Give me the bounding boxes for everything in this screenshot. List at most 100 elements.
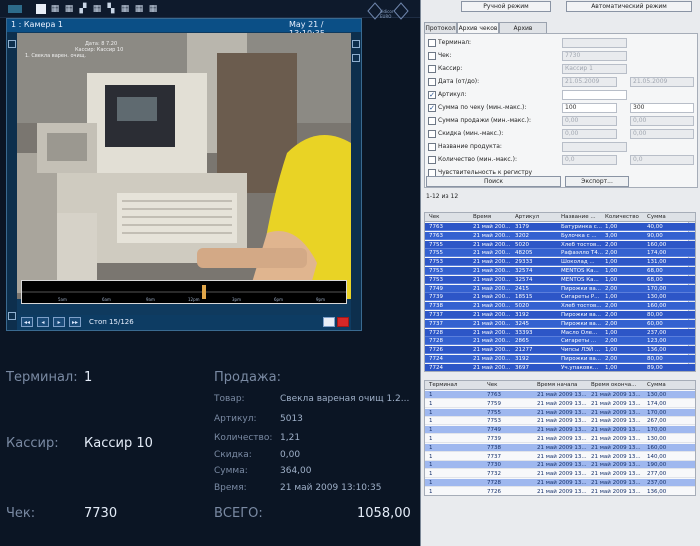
filter-input[interactable] xyxy=(562,90,627,100)
maximize-icon[interactable] xyxy=(352,40,360,48)
table-row[interactable]: 7749 21 май 200... 2415 Пирожки ва... 2,00 17… xyxy=(425,284,695,293)
filter-checkbox[interactable] xyxy=(428,52,436,60)
grid-all-icon[interactable]: ▦ xyxy=(148,4,158,14)
camera-left-toolbar xyxy=(7,32,17,330)
snapshot-icon[interactable] xyxy=(8,312,16,320)
filter-input[interactable]: 100 xyxy=(562,103,617,113)
filter-input[interactable]: Кассир 1 xyxy=(562,64,627,74)
filter-checkbox[interactable]: ✓ xyxy=(428,104,436,112)
table-row[interactable]: 7763 21 май 200... 3202 Булочка с ... 3,00 90… xyxy=(425,231,695,240)
table-row[interactable]: 7737 21 май 200... 3192 Пирожки ва... 2,00 80… xyxy=(425,311,695,319)
filter-input[interactable] xyxy=(562,38,627,48)
filter-input[interactable]: 0,0 xyxy=(562,155,617,165)
table-row[interactable]: 7738 21 май 200... 5020 Хлеб тостов... 2,00 1… xyxy=(425,302,695,311)
table-row[interactable]: 7755 21 май 200... 48205 Рафаэлло Т4... 2,00… xyxy=(425,249,695,258)
filter-checkbox[interactable]: ✓ xyxy=(428,91,436,99)
video-timeline[interactable]: 5am 6am 9am 12pm 3pm 6pm 9pm xyxy=(21,280,347,304)
grid-9-icon[interactable]: ▦ xyxy=(64,4,74,14)
table-row[interactable]: 1 7737 21 май 2009 13... 21 май 2009 13... 1… xyxy=(425,452,695,461)
table-row[interactable]: 1 7739 21 май 2009 13... 21 май 2009 13... 1… xyxy=(425,435,695,443)
table-cell: 40,00 xyxy=(647,224,663,230)
column-header[interactable]: Чек xyxy=(487,382,497,388)
table-row[interactable]: 7724 21 май 200... 3192 Пирожки ва... 2,00 80… xyxy=(425,355,695,363)
table-row[interactable]: 7755 21 май 200... 5020 Хлеб тостов... 2,00 1… xyxy=(425,240,695,249)
table-row[interactable]: 7739 21 май 200... 18515 Сигареты Р... 1,00 1… xyxy=(425,293,695,302)
filter-input[interactable]: 0,00 xyxy=(562,129,617,139)
filter-checkbox[interactable] xyxy=(428,117,436,125)
filter-checkbox[interactable] xyxy=(428,78,436,86)
terminal-label: Терминал: xyxy=(6,370,78,385)
filter-input-max[interactable]: 0,00 xyxy=(630,116,694,126)
manual-mode-button[interactable]: Ручной режим xyxy=(461,1,551,12)
table-row[interactable]: 1 7749 21 май 2009 13... 21 май 2009 13... 1… xyxy=(425,426,695,435)
grid-wide-icon[interactable]: ▦ xyxy=(120,4,130,14)
table-row[interactable]: 1 7728 21 май 2009 13... 21 май 2009 13... 2… xyxy=(425,479,695,487)
filter-input[interactable] xyxy=(562,142,627,152)
grid-mixed-icon[interactable]: ▚ xyxy=(106,4,116,14)
grid-16-icon[interactable]: ▦ xyxy=(92,4,102,14)
filter-input-max[interactable]: 0,00 xyxy=(630,129,694,139)
column-header[interactable]: Чек xyxy=(429,214,439,220)
ptz-icon[interactable] xyxy=(8,40,16,48)
filter-input-max[interactable]: 21.05.2009 xyxy=(630,77,694,87)
camera-window[interactable]: 1 : Камера 1 May 21 / 13:10:35 xyxy=(6,18,362,331)
checks-grid[interactable]: Терминал Чек Время начала Время оконча... Су… xyxy=(424,380,696,496)
table-cell: 21 май 2009 13... xyxy=(537,488,587,495)
column-header[interactable]: Терминал xyxy=(429,382,457,388)
column-header[interactable]: Артикул xyxy=(515,214,539,220)
filter-checkbox[interactable] xyxy=(428,39,436,47)
table-cell: 160,00 xyxy=(647,303,667,310)
table-row[interactable]: 7753 21 май 200... 32574 MENTOS Ка... 1,00 68… xyxy=(425,275,695,284)
table-row[interactable]: 7728 21 май 200... 2865 Сигареты ... 2,00 123… xyxy=(425,337,695,346)
table-row[interactable]: 1 7755 21 май 2009 13... 21 май 2009 13... 1… xyxy=(425,408,695,417)
filter-input[interactable]: 0,00 xyxy=(562,116,617,126)
filter-checkbox[interactable] xyxy=(428,65,436,73)
filter-input[interactable]: 7730 xyxy=(562,51,627,61)
table-row[interactable]: 7753 21 май 200... 29333 Шоколад ... 1,00 131… xyxy=(425,258,695,267)
table-row[interactable]: 1 7738 21 май 2009 13... 21 май 2009 13... 1… xyxy=(425,443,695,452)
layout-icon[interactable] xyxy=(8,5,22,13)
grid-custom-icon[interactable]: ▦ xyxy=(134,4,144,14)
column-header[interactable]: Название ... xyxy=(561,214,596,220)
table-row[interactable]: 7724 21 май 200... 3697 Уч.упаковк... 1,00 89… xyxy=(425,363,695,371)
grid-1-icon[interactable] xyxy=(36,4,46,14)
column-header[interactable]: Сумма xyxy=(647,214,666,220)
table-row[interactable]: 7763 21 май 200... 3179 Батуринка с... 1,00 4… xyxy=(425,223,695,231)
forward-button[interactable]: ▸▸ xyxy=(69,317,81,327)
video-frame[interactable]: Дата: 8 7.20 Кассир: Кассир 10 1. Свекла… xyxy=(17,33,351,299)
table-row[interactable]: 1 7730 21 май 2009 13... 21 май 2009 13... 1… xyxy=(425,461,695,470)
column-header[interactable]: Время оконча... xyxy=(591,382,636,388)
table-row[interactable]: 1 7763 21 май 2009 13... 21 май 2009 13... 1… xyxy=(425,391,695,399)
table-row[interactable]: 7753 21 май 200... 32574 MENTOS Ка... 1,00 68… xyxy=(425,267,695,275)
step-back-button[interactable]: ◂ xyxy=(37,317,49,327)
table-row[interactable]: 7728 21 май 200... 33393 Масло Оле... 1,00 23… xyxy=(425,328,695,337)
filter-input[interactable]: 21.05.2009 xyxy=(562,77,617,87)
filter-input-max[interactable]: 0,0 xyxy=(630,155,694,165)
column-header[interactable]: Количество xyxy=(605,214,639,220)
grid-4-icon[interactable]: ▦ xyxy=(50,4,60,14)
table-row[interactable]: 1 7753 21 май 2009 13... 21 май 2009 13... 2… xyxy=(425,417,695,426)
table-row[interactable]: 1 7759 21 май 2009 13... 21 май 2009 13... 1… xyxy=(425,399,695,408)
filter-checkbox[interactable] xyxy=(428,156,436,164)
filter-input-max[interactable]: 300 xyxy=(630,103,694,113)
close-icon[interactable] xyxy=(352,54,360,62)
table-row[interactable]: 7737 21 май 200... 3245 Пирожки ва... 2,00 60… xyxy=(425,319,695,328)
play-button[interactable]: ▸ xyxy=(53,317,65,327)
table-row[interactable]: 1 7732 21 май 2009 13... 21 май 2009 13... 2… xyxy=(425,470,695,479)
rewind-button[interactable]: ◂◂ xyxy=(21,317,33,327)
filter-checkbox[interactable] xyxy=(428,143,436,151)
grid-split-icon[interactable]: ▞ xyxy=(78,4,88,14)
export-button[interactable]: Экспорт... xyxy=(565,176,629,187)
table-row[interactable]: 1 7726 21 май 2009 13... 21 май 2009 13... 1… xyxy=(425,487,695,495)
column-header[interactable]: Время начала xyxy=(537,382,577,388)
table-row[interactable]: 7726 21 май 200... 21277 Чипсы ЛЭЙ ... 1,00 1… xyxy=(425,346,695,355)
minimize-icon[interactable] xyxy=(323,317,335,327)
filter-checkbox[interactable] xyxy=(428,130,436,138)
column-header[interactable]: Время xyxy=(473,214,491,220)
auto-mode-button[interactable]: Автоматический режим xyxy=(566,1,692,12)
items-grid[interactable]: Чек Время Артикул Название ... Количество Сум… xyxy=(424,212,696,372)
search-button[interactable]: Поиск xyxy=(426,176,561,187)
record-icon[interactable] xyxy=(337,317,349,327)
column-header[interactable]: Сумма xyxy=(647,382,666,388)
table-cell: Пирожки ва... xyxy=(561,285,602,292)
